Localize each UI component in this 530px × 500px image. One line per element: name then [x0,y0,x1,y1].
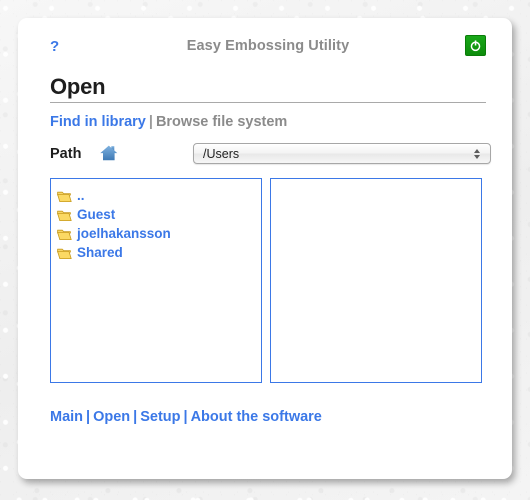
footer-nav-separator: | [183,409,188,426]
file-list-item[interactable]: joelhakansson [57,225,255,243]
directory-list-pane[interactable]: .. Guest joelhakansson Shared [50,178,262,384]
footer-nav-link[interactable]: Main [50,409,83,425]
app-window: ? Easy Embossing Utility Open Find in li… [18,18,512,479]
file-list-pane[interactable] [270,178,482,384]
footer-nav-link[interactable]: Open [93,409,130,425]
footer-nav-link[interactable]: Setup [140,409,180,425]
file-list-item-label[interactable]: joelhakansson [77,227,171,241]
footer-nav: Main | Open | Setup | About the software [50,409,486,425]
file-list-item[interactable]: Shared [57,244,255,262]
footer-nav-separator: | [86,409,91,426]
find-in-library-link[interactable]: Find in library [50,114,146,130]
folder-icon [57,247,72,260]
file-list-item[interactable]: .. [57,187,255,205]
page-title: Open [50,74,106,99]
path-select-value: /Users [203,146,240,161]
browse-file-system-link[interactable]: Browse file system [156,114,287,130]
window-header: ? Easy Embossing Utility [50,32,486,64]
file-list-item-label[interactable]: Shared [77,246,123,260]
source-mode-nav: Find in library | Browse file system [50,114,486,130]
folder-icon [57,228,72,241]
heading-divider [50,102,486,104]
path-label: Path [50,146,82,163]
file-browser: .. Guest joelhakansson Shared [50,178,486,384]
file-list-item-label[interactable]: .. [77,189,85,203]
footer-nav-separator: | [133,409,138,426]
path-select[interactable]: /Users [193,143,491,165]
path-row: Path /Users [50,143,491,167]
chevron-updown-icon [469,148,485,159]
app-title: Easy Embossing Utility [186,38,350,54]
folder-icon [57,209,72,222]
home-icon[interactable] [99,143,119,163]
file-list-item[interactable]: Guest [57,206,255,224]
file-list-item-label[interactable]: Guest [77,208,115,222]
nav-separator: | [148,114,153,131]
folder-icon [57,190,72,203]
window-content: ? Easy Embossing Utility Open Find in li… [50,32,491,425]
power-icon[interactable] [465,35,486,56]
footer-nav-link[interactable]: About the software [191,409,322,425]
